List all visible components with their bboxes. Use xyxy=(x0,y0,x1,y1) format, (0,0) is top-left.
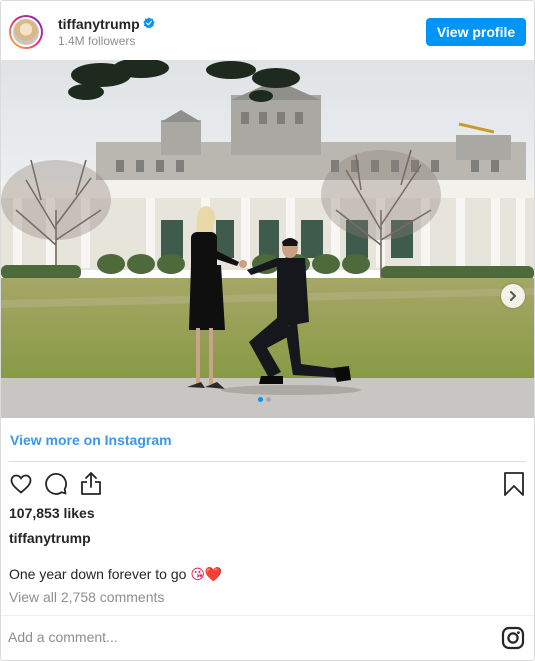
share-icon[interactable] xyxy=(79,471,103,497)
add-comment-input[interactable] xyxy=(8,621,478,653)
post-owner[interactable]: tiffanytrump xyxy=(9,530,91,546)
chevron-right-icon xyxy=(510,291,516,301)
avatar[interactable] xyxy=(9,15,43,49)
view-all-comments-link[interactable]: View all 2,758 comments xyxy=(9,589,164,605)
divider xyxy=(1,615,534,616)
caption-text: One year down forever to go xyxy=(9,566,191,582)
heart-icon[interactable] xyxy=(9,472,33,496)
carousel-dot xyxy=(266,397,271,402)
bookmark-icon[interactable] xyxy=(503,471,525,497)
comment-icon[interactable] xyxy=(44,472,68,496)
username[interactable]: tiffanytrump xyxy=(58,16,140,32)
likes-count[interactable]: 107,853 likes xyxy=(9,505,95,521)
carousel-dots xyxy=(258,397,278,403)
verified-badge-icon xyxy=(143,17,155,29)
view-more-link[interactable]: View more on Instagram xyxy=(10,432,172,448)
post-header: tiffanytrump 1.4M followers View profile xyxy=(1,1,534,60)
divider xyxy=(9,461,526,462)
instagram-embed: tiffanytrump 1.4M followers View profile xyxy=(0,0,535,661)
caption: One year down forever to go 😘❤️ xyxy=(9,566,222,583)
post-photo[interactable] xyxy=(1,60,534,418)
view-profile-button[interactable]: View profile xyxy=(426,18,526,46)
avatar-image xyxy=(13,19,39,45)
followers-count: 1.4M followers xyxy=(58,34,136,48)
carousel-dot-active xyxy=(258,397,263,402)
caption-emoji: 😘❤️ xyxy=(190,567,223,583)
instagram-logo-icon[interactable] xyxy=(501,626,525,650)
carousel-next-button[interactable] xyxy=(501,284,525,308)
post-photo-illustration xyxy=(1,60,534,418)
